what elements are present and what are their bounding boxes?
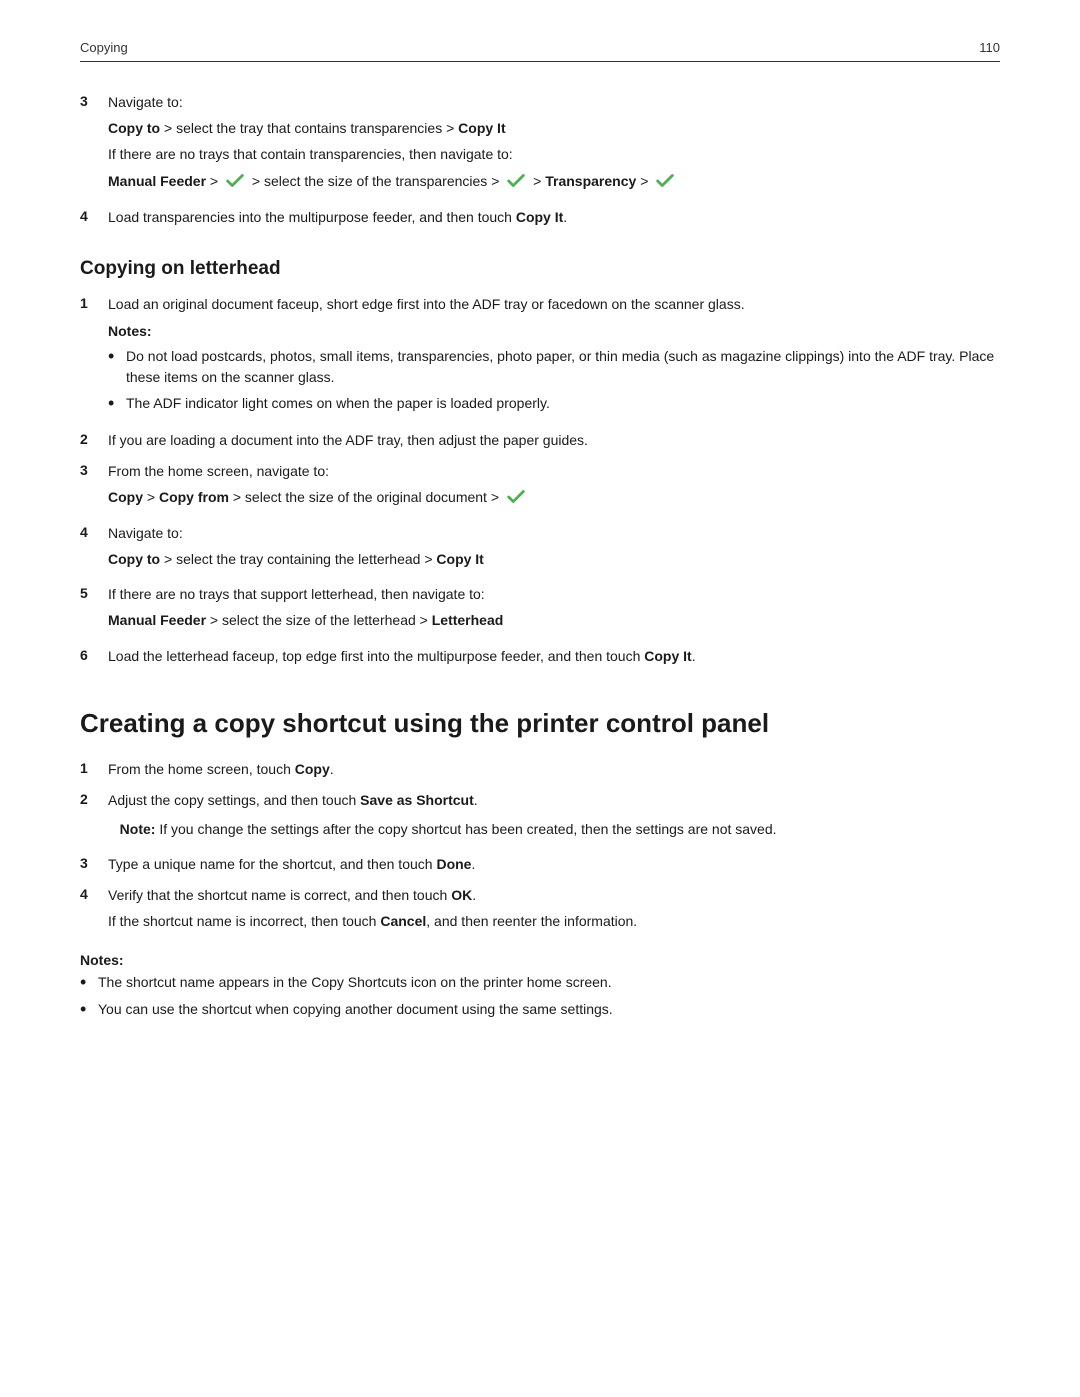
shortcut-bullet2: • You can use the shortcut when copying … bbox=[80, 999, 1000, 1021]
shortcut-notes-label: Notes: bbox=[80, 952, 1000, 968]
shortcut-final-notes: Notes: • The shortcut name appears in th… bbox=[80, 952, 1000, 1020]
letterhead-copyfrom-bold: Copy from bbox=[159, 489, 229, 505]
list-item-step3: 3 Navigate to: Copy to > select the tray… bbox=[80, 92, 1000, 197]
shortcut-step1-num: 1 bbox=[80, 759, 108, 776]
shortcut-note-label: Note: bbox=[120, 821, 156, 837]
step3-content: Navigate to: Copy to > select the tray t… bbox=[108, 92, 1000, 197]
letterhead-notes-bullets: • Do not load postcards, photos, small i… bbox=[108, 346, 1000, 415]
letterhead-manual-feeder-bold: Manual Feeder bbox=[108, 612, 206, 628]
letterhead-step3-nav: Copy > Copy from > select the size of th… bbox=[108, 486, 1000, 509]
shortcut-step4-if: If the shortcut name is incorrect, then … bbox=[108, 910, 1000, 932]
shortcut-step1-copy-bold: Copy bbox=[295, 761, 330, 777]
letterhead-notes-label: Notes: bbox=[108, 321, 1000, 342]
letterhead-step4-num: 4 bbox=[80, 523, 108, 540]
shortcut-step4-content: Verify that the shortcut name is correct… bbox=[108, 885, 1000, 936]
shortcut-bullet1: • The shortcut name appears in the Copy … bbox=[80, 972, 1000, 994]
letterhead-step2-num: 2 bbox=[80, 430, 108, 447]
letterhead-step3: 3 From the home screen, navigate to: Cop… bbox=[80, 461, 1000, 513]
shortcut-numbered-list: 1 From the home screen, touch Copy. 2 Ad… bbox=[80, 759, 1000, 936]
shortcut-step3-content: Type a unique name for the shortcut, and… bbox=[108, 854, 1000, 875]
step4-num: 4 bbox=[80, 207, 108, 224]
bullet-dot-2: • bbox=[108, 393, 126, 415]
page-header: Copying 110 bbox=[80, 40, 1000, 62]
letterhead-step2: 2 If you are loading a document into the… bbox=[80, 430, 1000, 451]
bullet-dot-1: • bbox=[108, 346, 126, 368]
letterhead-bullet2: • The ADF indicator light comes on when … bbox=[108, 393, 1000, 415]
letterhead-step1-content: Load an original document faceup, short … bbox=[108, 294, 1000, 420]
header-page-num: 110 bbox=[979, 40, 1000, 55]
step3-if-no-trays: If there are no trays that contain trans… bbox=[108, 143, 1000, 165]
shortcut-step3-num: 3 bbox=[80, 854, 108, 871]
letterhead-step4: 4 Navigate to: Copy to > select the tray… bbox=[80, 523, 1000, 574]
letterhead-copy-bold: Copy bbox=[108, 489, 143, 505]
letterhead-step6: 6 Load the letterhead faceup, top edge f… bbox=[80, 646, 1000, 667]
letterhead-step6-num: 6 bbox=[80, 646, 108, 663]
shortcut-step2-saveas-bold: Save as Shortcut bbox=[360, 792, 474, 808]
letterhead-bullet1-text: Do not load postcards, photos, small ite… bbox=[126, 346, 1000, 388]
shortcut-bullets: • The shortcut name appears in the Copy … bbox=[80, 972, 1000, 1020]
shortcut-bullet-dot-2: • bbox=[80, 999, 98, 1021]
letterhead-numbered-list: 1 Load an original document faceup, shor… bbox=[80, 294, 1000, 667]
shortcut-step3-done-bold: Done bbox=[436, 856, 471, 872]
shortcut-step2: 2 Adjust the copy settings, and then tou… bbox=[80, 790, 1000, 844]
step3-copyit-bold: Copy It bbox=[458, 120, 505, 136]
letterhead-step3-content: From the home screen, navigate to: Copy … bbox=[108, 461, 1000, 513]
letterhead-step2-content: If you are loading a document into the A… bbox=[108, 430, 1000, 451]
shortcut-step4: 4 Verify that the shortcut name is corre… bbox=[80, 885, 1000, 936]
step3-manual-feeder-line: Manual Feeder > > select the size of the… bbox=[108, 170, 1000, 193]
step3-copyto-bold: Copy to bbox=[108, 120, 160, 136]
page: Copying 110 3 Navigate to: Copy to > sel… bbox=[0, 0, 1080, 1397]
letterhead-step4-content: Navigate to: Copy to > select the tray c… bbox=[108, 523, 1000, 574]
shortcut-step4-cancel-bold: Cancel bbox=[380, 913, 426, 929]
letterhead-copyit-bold: Copy It bbox=[436, 551, 483, 567]
shortcut-bullet-dot-1: • bbox=[80, 972, 98, 994]
letterhead-step3-num: 3 bbox=[80, 461, 108, 478]
shortcut-step4-ok-bold: OK bbox=[451, 887, 472, 903]
letterhead-step5-num: 5 bbox=[80, 584, 108, 601]
checkmark-icon-2 bbox=[505, 170, 527, 192]
letterhead-copyto-bold: Copy to bbox=[108, 551, 160, 567]
step3-manual-feeder-bold: Manual Feeder bbox=[108, 173, 206, 189]
shortcut-step2-content: Adjust the copy settings, and then touch… bbox=[108, 790, 1000, 844]
shortcut-step3: 3 Type a unique name for the shortcut, a… bbox=[80, 854, 1000, 875]
letterhead-step1-num: 1 bbox=[80, 294, 108, 311]
step4-copyit-bold: Copy It bbox=[516, 209, 563, 225]
letterhead-step5: 5 If there are no trays that support let… bbox=[80, 584, 1000, 635]
step3-copyto-line: Copy to > select the tray that contains … bbox=[108, 117, 1000, 139]
step4-content: Load transparencies into the multipurpos… bbox=[108, 207, 1000, 228]
letterhead-step6-content: Load the letterhead faceup, top edge fir… bbox=[108, 646, 1000, 667]
shortcut-step2-note: Note: If you change the settings after t… bbox=[108, 819, 1000, 840]
shortcut-step1-content: From the home screen, touch Copy. bbox=[108, 759, 1000, 780]
letterhead-step5-content: If there are no trays that support lette… bbox=[108, 584, 1000, 635]
checkmark-icon-1 bbox=[224, 170, 246, 192]
shortcut-bullet2-text: You can use the shortcut when copying an… bbox=[98, 999, 1000, 1020]
checkmark-icon-3 bbox=[654, 170, 676, 192]
copying-letterhead-heading: Copying on letterhead bbox=[80, 258, 1000, 280]
letterhead-letterhead-bold: Letterhead bbox=[432, 612, 504, 628]
shortcut-step2-num: 2 bbox=[80, 790, 108, 807]
step3-transparency-bold: Transparency bbox=[545, 173, 636, 189]
header-section-title: Copying bbox=[80, 40, 128, 55]
step3-num: 3 bbox=[80, 92, 108, 109]
top-numbered-list: 3 Navigate to: Copy to > select the tray… bbox=[80, 92, 1000, 228]
letterhead-step6-copyit-bold: Copy It bbox=[644, 648, 691, 664]
shortcut-bullet1-text: The shortcut name appears in the Copy Sh… bbox=[98, 972, 1000, 993]
letterhead-bullet2-text: The ADF indicator light comes on when th… bbox=[126, 393, 1000, 414]
letterhead-step4-nav: Copy to > select the tray containing the… bbox=[108, 548, 1000, 570]
list-item-step4: 4 Load transparencies into the multipurp… bbox=[80, 207, 1000, 228]
checkmark-icon-4 bbox=[505, 486, 527, 508]
letterhead-bullet1: • Do not load postcards, photos, small i… bbox=[108, 346, 1000, 388]
step3-navigate-to: Navigate to: bbox=[108, 94, 183, 110]
letterhead-step5-nav: Manual Feeder > select the size of the l… bbox=[108, 609, 1000, 631]
shortcut-step1: 1 From the home screen, touch Copy. bbox=[80, 759, 1000, 780]
letterhead-step1: 1 Load an original document faceup, shor… bbox=[80, 294, 1000, 420]
creating-shortcut-heading: Creating a copy shortcut using the print… bbox=[80, 707, 1000, 741]
shortcut-step4-num: 4 bbox=[80, 885, 108, 902]
